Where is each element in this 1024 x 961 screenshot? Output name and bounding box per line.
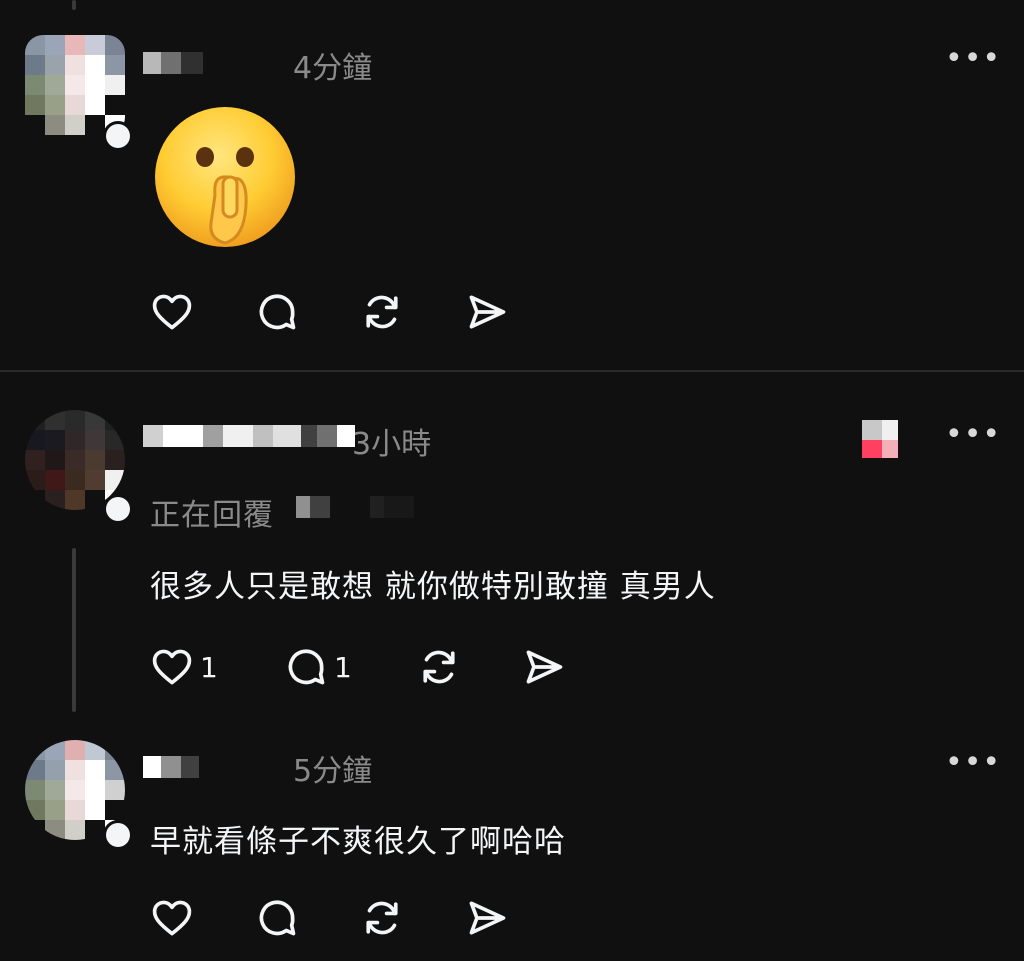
replying-to-label: 正在回覆	[150, 498, 274, 533]
share-icon	[469, 295, 506, 329]
shushing-face-emoji	[155, 107, 295, 247]
username[interactable]	[143, 425, 355, 447]
username[interactable]	[143, 52, 243, 74]
follow-badge[interactable]	[103, 121, 133, 151]
comment-button[interactable]	[255, 290, 305, 334]
repost-button[interactable]	[417, 645, 467, 689]
post-text: 早就看條子不爽很久了啊哈哈	[150, 824, 566, 860]
repost-button[interactable]	[360, 896, 410, 940]
comment-button[interactable]	[255, 896, 305, 940]
post-time: 3小時	[352, 427, 432, 462]
like-button[interactable]	[150, 290, 200, 334]
share-icon	[526, 650, 563, 684]
heart-icon	[152, 294, 192, 330]
like-button[interactable]	[150, 896, 200, 940]
comment-icon	[259, 900, 296, 936]
like-count: 1	[200, 650, 218, 684]
heart-icon	[152, 649, 192, 685]
comment-icon	[259, 294, 296, 330]
repost-icon	[423, 650, 455, 684]
comment-button[interactable]: 1	[284, 645, 352, 689]
post-time: 4分鐘	[293, 51, 373, 86]
post-divider	[0, 370, 1024, 372]
comment-count: 1	[334, 650, 352, 684]
thread-line	[72, 548, 76, 712]
repost-button[interactable]	[360, 290, 410, 334]
username[interactable]	[143, 756, 239, 778]
share-button[interactable]	[522, 645, 572, 689]
share-button[interactable]	[465, 896, 515, 940]
follow-badge[interactable]	[103, 820, 133, 850]
more-options-icon[interactable]: •••	[945, 748, 1001, 778]
follow-badge[interactable]	[103, 494, 133, 524]
more-options-icon[interactable]: •••	[945, 44, 1001, 74]
heart-icon	[152, 900, 192, 936]
more-options-icon[interactable]: •••	[945, 420, 1001, 450]
like-button[interactable]: 1	[150, 645, 218, 689]
comment-icon	[288, 649, 325, 685]
post-time: 5分鐘	[293, 754, 373, 789]
share-button[interactable]	[465, 290, 515, 334]
repost-icon	[366, 295, 398, 329]
replying-to-username[interactable]	[296, 496, 414, 518]
avatar[interactable]	[25, 35, 125, 135]
post-text: 很多人只是敢想 就你做特別敢撞 真男人	[150, 569, 716, 605]
thread-line-top	[72, 0, 76, 10]
repost-icon	[366, 901, 398, 935]
share-icon	[469, 901, 506, 935]
reply-indicator-icon	[862, 420, 906, 458]
